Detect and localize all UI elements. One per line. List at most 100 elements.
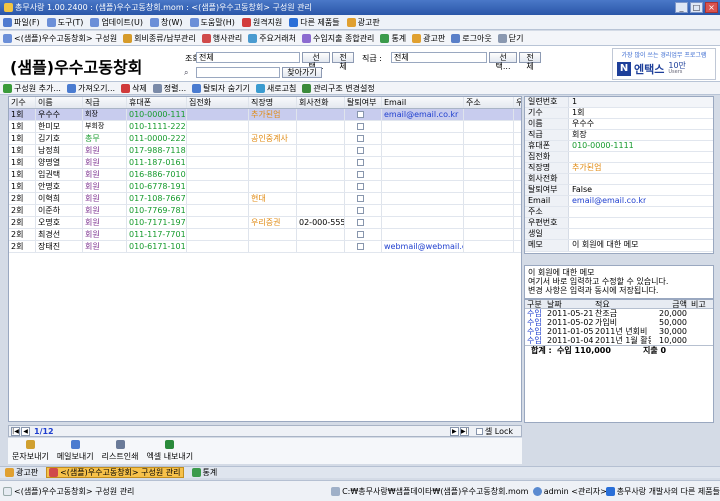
table-cell[interactable] [297,121,345,132]
detail-value[interactable]: 이 회원에 대한 메모 [569,240,639,251]
table-cell[interactable]: 회원 [83,205,127,216]
ledger-row[interactable]: 수입 2011-01-04 2011년 1월 활동 10,000 [525,336,713,345]
table-cell[interactable] [187,145,249,156]
rank-all-button[interactable]: 전체 [519,52,541,71]
table-cell[interactable]: email@email.co.kr [382,109,464,120]
table-cell[interactable]: 011-117-7701 [127,229,187,240]
toolbar-button[interactable]: 새로고침 [255,83,296,94]
table-cell[interactable]: 1회 [9,109,36,120]
term-all-button[interactable]: 전체 [332,52,354,71]
table-cell[interactable]: 우수수 [36,109,83,120]
table-cell[interactable] [345,157,382,168]
first-page-button[interactable]: |◀ [11,426,20,436]
table-cell[interactable] [187,205,249,216]
table-cell[interactable]: 010-6171-1017 [127,241,187,252]
table-cell[interactable] [345,205,382,216]
table-cell[interactable]: 2회 [9,205,36,216]
nav-item[interactable]: 광고판 [412,33,445,44]
column-header[interactable]: 이름 [36,97,83,108]
detail-row[interactable]: 직장명 추가된업 [525,163,713,174]
table-cell[interactable] [382,145,464,156]
detail-value[interactable]: 1회 [569,108,584,118]
withdrawn-checkbox[interactable] [357,171,364,178]
table-cell[interactable] [514,109,521,120]
table-cell[interactable] [297,145,345,156]
nav-item[interactable]: 주요거래처 [248,33,296,44]
table-cell[interactable] [187,121,249,132]
bottom-tool-button[interactable]: 엑셀 내보내기 [146,440,193,462]
table-cell[interactable] [464,193,514,204]
table-cell[interactable] [514,229,521,240]
detail-row[interactable]: 회사전화 [525,174,713,185]
table-cell[interactable]: 최경선 [36,229,83,240]
table-cell[interactable]: 016-886-7010 [127,169,187,180]
table-cell[interactable]: 010-0000-1111 [127,109,187,120]
detail-row[interactable]: 우편번호 [525,218,713,229]
table-row[interactable]: 2회 이혁희 회원 017-108-7667 현대 [9,193,521,205]
table-cell[interactable] [187,193,249,204]
table-cell[interactable] [187,181,249,192]
table-cell[interactable] [345,229,382,240]
detail-value[interactable]: 1 [569,97,577,107]
table-row[interactable]: 1회 남정희 회원 017-988-7118 [9,145,521,157]
table-cell[interactable] [297,181,345,192]
table-cell[interactable] [382,181,464,192]
table-row[interactable]: 1회 안명호 회원 010-6778-1918 [9,181,521,193]
table-cell[interactable] [297,229,345,240]
table-cell[interactable] [187,169,249,180]
table-cell[interactable] [382,229,464,240]
rank-input[interactable]: 전체 [391,52,487,63]
table-cell[interactable] [464,229,514,240]
table-cell[interactable]: 017-108-7667 [127,193,187,204]
column-header[interactable]: 주소 [464,97,514,108]
withdrawn-checkbox[interactable] [357,207,364,214]
table-cell[interactable] [249,205,297,216]
column-header[interactable]: 휴대폰 [127,97,187,108]
table-cell[interactable] [464,241,514,252]
table-cell[interactable]: 02-000-5555 [297,217,345,228]
withdrawn-checkbox[interactable] [357,135,364,142]
detail-row[interactable]: 탈퇴여부 False [525,185,713,196]
toolbar-button[interactable]: 삭제 [121,83,147,94]
menu-item[interactable]: 파일(F) [3,17,40,28]
table-cell[interactable]: 회원 [83,169,127,180]
table-cell[interactable]: 추가된업 [249,109,297,120]
table-cell[interactable]: 회원 [83,193,127,204]
table-cell[interactable] [514,217,521,228]
table-cell[interactable]: 회원 [83,241,127,252]
table-cell[interactable] [514,169,521,180]
detail-value[interactable]: False [569,185,592,195]
table-cell[interactable] [345,145,382,156]
ledger-column-header[interactable]: 적요 [593,300,651,308]
find-button[interactable]: 찾아가기 [282,67,322,78]
table-cell[interactable] [249,229,297,240]
minimize-button[interactable]: _ [675,2,688,13]
table-cell[interactable]: 017-988-7118 [127,145,187,156]
toolbar-button[interactable]: 구성원 추가... [3,83,61,94]
table-cell[interactable]: 010-6778-1918 [127,181,187,192]
table-row[interactable]: 1회 우수수 회장 010-0000-1111 추가된업 email@email.co.k… [9,109,521,121]
table-cell[interactable]: 회원 [83,181,127,192]
table-cell[interactable]: 1회 [9,157,36,168]
table-cell[interactable] [297,205,345,216]
table-cell[interactable]: webmail@webmail.co.k [382,241,464,252]
table-cell[interactable] [514,205,521,216]
toolbar-button[interactable]: 탈퇴자 숨기기 [192,83,250,94]
rank-select-button[interactable]: 선택... [489,52,517,71]
table-cell[interactable] [249,241,297,252]
table-cell[interactable]: 이혁희 [36,193,83,204]
table-cell[interactable] [464,157,514,168]
table-row[interactable]: 2회 최경선 회원 011-117-7701 [9,229,521,241]
detail-row[interactable]: 일련번호 1 [525,97,713,108]
table-row[interactable]: 2회오명호회원010-7171-1978 우리증권02-000-5555 [9,217,521,229]
detail-value[interactable] [569,152,572,162]
table-cell[interactable] [187,109,249,120]
tab-item[interactable]: 광고판 [3,467,40,478]
table-cell[interactable] [464,109,514,120]
table-cell[interactable]: 2회 [9,229,36,240]
table-cell[interactable] [464,121,514,132]
table-cell[interactable] [345,109,382,120]
table-cell[interactable]: 010-7769-7811 [127,205,187,216]
withdrawn-checkbox[interactable] [357,147,364,154]
lock-checkbox[interactable] [475,427,483,435]
